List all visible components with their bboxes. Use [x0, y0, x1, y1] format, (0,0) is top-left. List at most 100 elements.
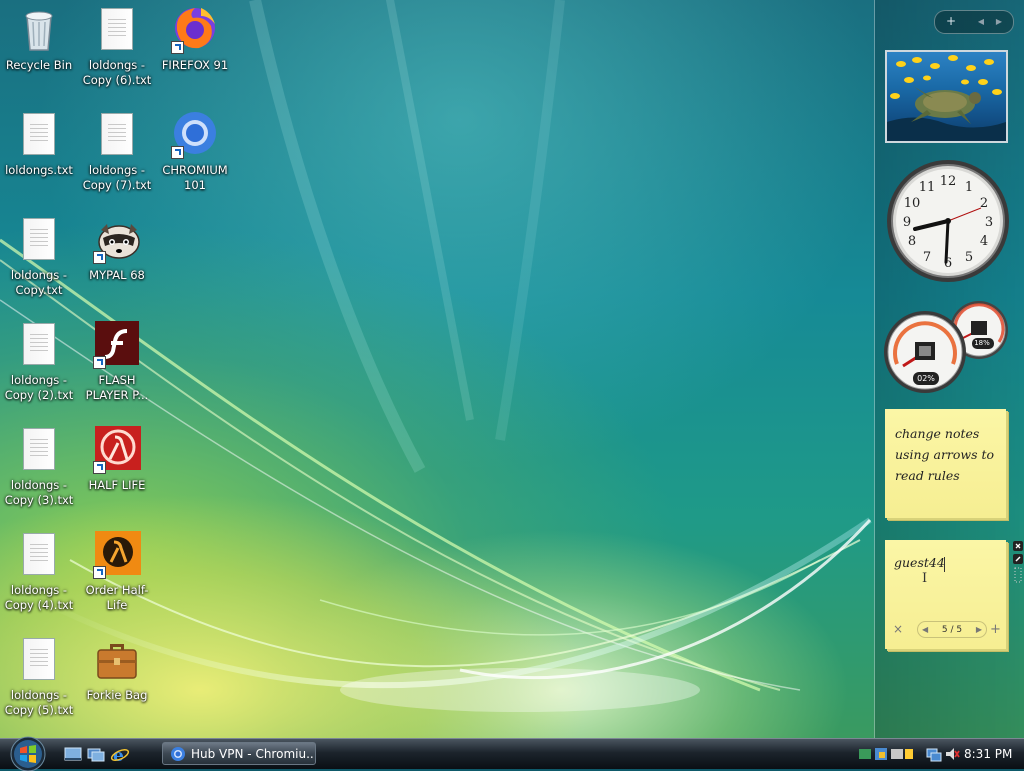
icon-label: HALF LIFE	[88, 478, 146, 492]
desktop-icon-mypal-68[interactable]: MYPAL 68	[78, 214, 156, 314]
text-caret	[944, 557, 945, 572]
text-file-icon	[15, 216, 63, 264]
switch-windows-icon[interactable]	[86, 744, 106, 764]
desktop[interactable]: Recycle Bin loldongs.txt loldongs - Copy…	[0, 0, 1024, 738]
delete-note-button[interactable]: ×	[893, 621, 903, 638]
volume-muted-icon	[946, 748, 954, 760]
svg-text:9: 9	[903, 215, 911, 230]
shortcut-arrow-icon	[93, 566, 106, 579]
taskbar-button-hub-vpn[interactable]: Hub VPN - Chromiu...	[162, 742, 316, 765]
next-note-button[interactable]: ▶	[976, 622, 982, 638]
desktop-icon-loldongs-copy-3[interactable]: loldongs - Copy (3).txt	[0, 424, 78, 524]
prev-gadget-page-button[interactable]: ◀	[973, 11, 989, 33]
desktop-icon-flash-player[interactable]: FLASH PLAYER P...	[78, 319, 156, 419]
add-note-button[interactable]: +	[990, 621, 1001, 638]
note-toolbar: × ◀ 5 / 5 ▶ +	[891, 621, 1001, 639]
note-text[interactable]: change notes using arrows to read rules	[895, 423, 999, 486]
network-and-volume-icons	[926, 748, 960, 762]
icon-label: loldongs.txt	[5, 163, 73, 177]
icon-label: FIREFOX 91	[161, 58, 229, 72]
icon-label: loldongs - Copy.txt	[10, 268, 68, 297]
show-desktop-icon[interactable]	[63, 744, 83, 764]
clock-gadget[interactable]: 12 12 345 678 91011	[885, 158, 1011, 284]
icon-label: loldongs - Copy (7).txt	[82, 163, 152, 192]
desktop-icon-loldongs-copy-6[interactable]: loldongs - Copy (6).txt	[78, 4, 156, 104]
gadget-tools	[1012, 540, 1024, 586]
half-life-orange-icon	[93, 529, 141, 579]
sea-turtle-photo	[887, 55, 1006, 141]
svg-text:1: 1	[965, 180, 973, 195]
svg-text:8: 8	[908, 234, 916, 249]
desktop-icon-order-half-life[interactable]: Order Half-Life	[78, 529, 156, 629]
svg-text:12: 12	[940, 174, 957, 189]
icon-label: loldongs - Copy (5).txt	[4, 688, 74, 717]
taskbar: e Hub VPN - Chromiu... 8:31 PM	[0, 735, 1024, 771]
next-gadget-page-button[interactable]: ▶	[991, 11, 1007, 33]
icon-label: CHROMIUM 101	[162, 163, 228, 192]
text-file-icon	[93, 111, 141, 159]
shortcut-arrow-icon	[171, 41, 184, 54]
tray-icons	[859, 748, 913, 760]
desktop-icon-half-life[interactable]: HALF LIFE	[78, 424, 156, 524]
add-gadget-button[interactable]: +	[941, 11, 961, 33]
note-pager: ◀ 5 / 5 ▶	[917, 621, 987, 638]
desktop-icon-loldongs-copy-7[interactable]: loldongs - Copy (7).txt	[78, 109, 156, 209]
slideshow-gadget[interactable]	[885, 50, 1008, 143]
chromium-icon	[171, 747, 185, 761]
sidebar-controls: + ◀ ▶	[934, 10, 1014, 34]
internet-explorer-icon[interactable]: e	[110, 744, 130, 766]
system-tray: 8:31 PM	[854, 739, 1024, 769]
desktop-icon-loldongs-copy-4[interactable]: loldongs - Copy (4).txt	[0, 529, 78, 629]
half-life-icon	[93, 424, 141, 474]
firefox-icon	[171, 6, 219, 54]
text-file-icon	[15, 321, 63, 369]
cpu-percent: 02%	[917, 374, 935, 383]
note-text-input[interactable]: guest44	[894, 555, 945, 570]
desktop-icon-loldongs-copy[interactable]: loldongs - Copy.txt	[0, 214, 78, 314]
svg-text:7: 7	[923, 250, 931, 265]
note-page-indicator: 5 / 5	[941, 625, 963, 635]
svg-text:2: 2	[980, 196, 988, 211]
tray-app-icon-1	[859, 749, 871, 759]
svg-text:e: e	[113, 746, 124, 764]
tray-app-icon-4	[905, 749, 913, 759]
memory-percent: 18%	[974, 339, 990, 347]
shortcut-arrow-icon	[93, 356, 106, 369]
desktop-icon-chromium-101[interactable]: CHROMIUM 101	[156, 109, 234, 209]
sticky-note-gadget-active[interactable]: guest44 I × ◀ 5 / 5 ▶ +	[885, 540, 1006, 649]
icon-label: Forkie Bag	[86, 688, 148, 702]
ibeam-cursor-icon: I	[922, 571, 928, 586]
cpu-meter-gadget[interactable]: 18% 02%	[883, 298, 1011, 398]
desktop-icon-recycle-bin[interactable]: Recycle Bin	[0, 4, 78, 104]
svg-text:4: 4	[980, 234, 988, 249]
desktop-icon-loldongs-copy-2[interactable]: loldongs - Copy (2).txt	[0, 319, 78, 419]
svg-text:11: 11	[919, 180, 936, 195]
desktop-icon-loldongs-copy-5[interactable]: loldongs - Copy (5).txt	[0, 634, 78, 734]
svg-text:3: 3	[985, 215, 993, 230]
icon-label: Order Half-Life	[85, 583, 149, 612]
sticky-note-gadget[interactable]: change notes using arrows to read rules	[885, 409, 1006, 518]
taskbar-clock[interactable]: 8:31 PM	[964, 739, 1012, 769]
prev-note-button[interactable]: ◀	[922, 622, 928, 638]
desktop-icon-loldongs[interactable]: loldongs.txt	[0, 109, 78, 209]
shortcut-arrow-icon	[93, 461, 106, 474]
taskbar-button-label: Hub VPN - Chromiu...	[191, 747, 316, 761]
text-file-icon	[15, 111, 63, 159]
icon-label: loldongs - Copy (2).txt	[4, 373, 74, 402]
start-button[interactable]	[8, 735, 48, 771]
briefcase-icon	[93, 636, 141, 684]
quick-launch: e	[60, 744, 140, 766]
text-file-icon	[15, 426, 63, 474]
icon-label: Recycle Bin	[5, 58, 73, 72]
raccoon-icon	[93, 216, 141, 264]
text-file-icon	[15, 531, 63, 579]
recycle-bin-icon	[15, 6, 63, 54]
flash-icon	[93, 321, 141, 369]
icon-label: loldongs - Copy (6).txt	[82, 58, 152, 87]
clock-minute-hand	[944, 219, 950, 264]
chromium-icon	[171, 111, 219, 159]
icon-label: MYPAL 68	[89, 268, 145, 282]
desktop-icon-firefox-91[interactable]: FIREFOX 91	[156, 4, 234, 104]
desktop-icon-forkie-bag[interactable]: Forkie Bag	[78, 634, 156, 734]
svg-text:10: 10	[904, 196, 921, 211]
